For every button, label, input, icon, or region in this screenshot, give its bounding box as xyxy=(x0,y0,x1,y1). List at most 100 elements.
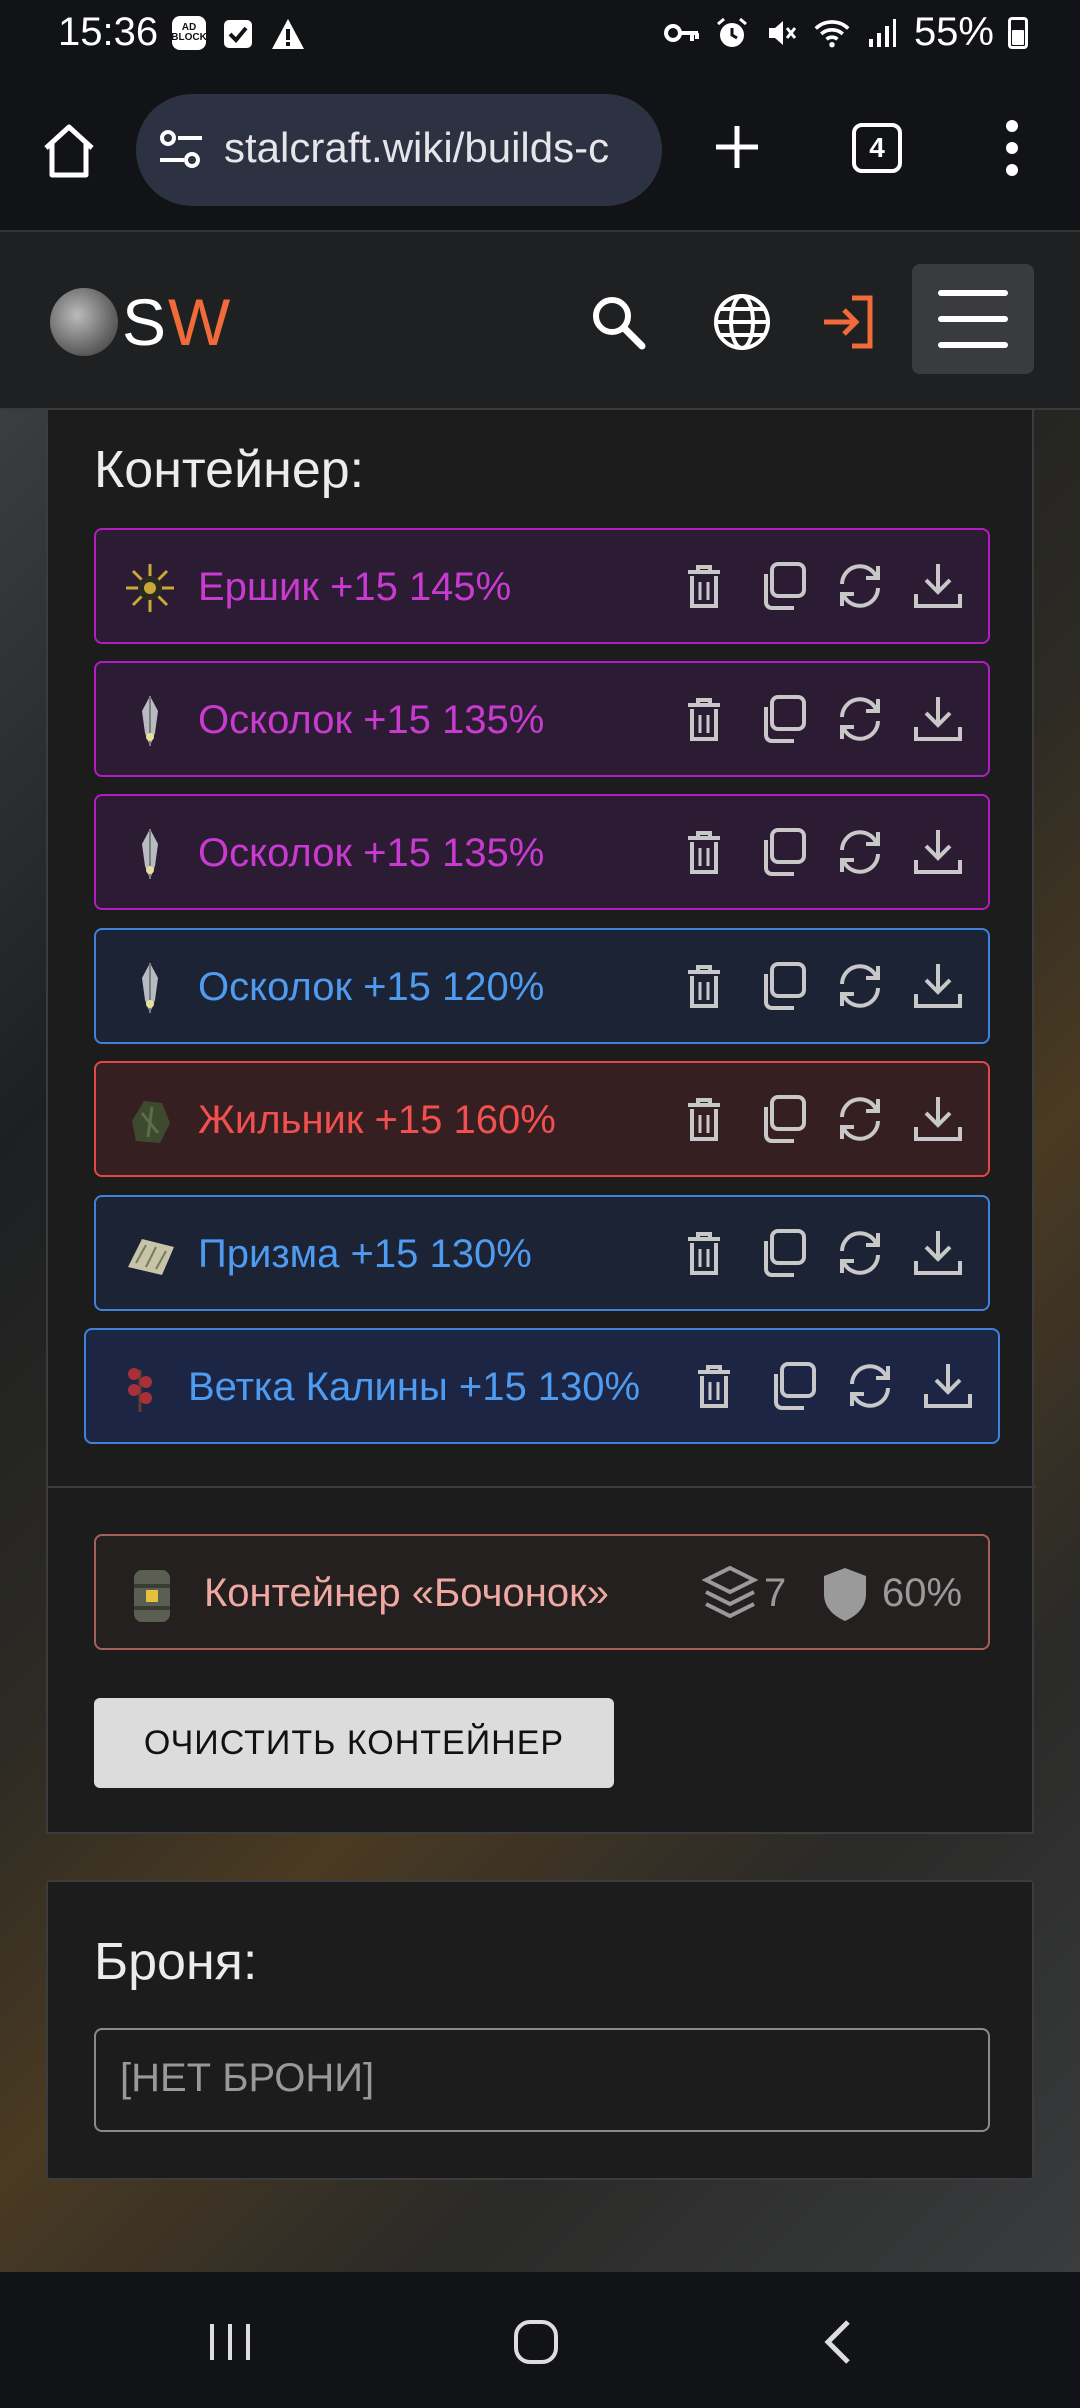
container-item-row[interactable]: Осколок +15 135% xyxy=(94,661,990,777)
logo-globe-icon xyxy=(50,288,118,356)
site-header: S W xyxy=(0,230,1080,410)
hamburger-menu-button[interactable] xyxy=(912,264,1034,374)
check-icon xyxy=(220,16,256,52)
ershik-artifact-icon xyxy=(122,560,178,616)
copy-icon[interactable] xyxy=(756,560,808,612)
armor-card: Броня: [НЕТ БРОНИ] xyxy=(46,1880,1034,2180)
copy-icon[interactable] xyxy=(756,960,808,1012)
copy-icon[interactable] xyxy=(756,693,808,745)
logo-letter-w: W xyxy=(168,285,233,359)
delete-icon[interactable] xyxy=(688,1360,740,1412)
wifi-icon xyxy=(814,15,850,51)
home-nav-icon[interactable] xyxy=(506,2312,566,2372)
container-item-row[interactable]: Осколок +15 120% xyxy=(94,928,990,1044)
container-card: Контейнер: Ершик +15 145% Осколок +15 135… xyxy=(46,410,1036,1834)
container-item-row[interactable]: Ершик +15 145% xyxy=(94,528,990,644)
site-settings-icon[interactable] xyxy=(158,128,204,172)
delete-icon[interactable] xyxy=(678,693,730,745)
delete-icon[interactable] xyxy=(678,560,730,612)
armor-section-title: Броня: xyxy=(94,1933,258,1991)
prizma-artifact-icon xyxy=(122,1227,178,1283)
download-icon[interactable] xyxy=(912,693,964,745)
back-icon[interactable] xyxy=(810,2312,870,2372)
barrel-container-icon xyxy=(124,1566,180,1626)
refresh-icon[interactable] xyxy=(834,1227,886,1279)
download-icon[interactable] xyxy=(912,1093,964,1145)
home-icon[interactable] xyxy=(38,120,100,182)
container-item-row[interactable]: Ветка Калины +15 130% xyxy=(84,1328,1000,1444)
container-item-row[interactable]: Призма +15 130% xyxy=(94,1195,990,1311)
system-nav-bar xyxy=(0,2272,1080,2408)
item-actions xyxy=(678,1093,964,1145)
download-icon[interactable] xyxy=(912,960,964,1012)
refresh-icon[interactable] xyxy=(844,1360,896,1412)
refresh-icon[interactable] xyxy=(834,826,886,878)
container-item-label: Осколок +15 135% xyxy=(198,831,545,875)
download-icon[interactable] xyxy=(922,1360,974,1412)
container-protection: 60% xyxy=(882,1571,963,1615)
site-logo[interactable]: S W xyxy=(50,284,232,360)
warning-icon xyxy=(270,16,306,52)
container-item-label: Ершик +15 145% xyxy=(198,565,512,609)
container-item-label: Осколок +15 135% xyxy=(198,698,545,742)
clear-container-button[interactable]: ОЧИСТИТЬ КОНТЕЙНЕР xyxy=(94,1698,614,1788)
container-item-label: Ветка Калины +15 130% xyxy=(188,1365,641,1409)
zhilnik-artifact-icon xyxy=(122,1093,178,1149)
adblock-icon: AD BLOCK xyxy=(171,16,207,50)
copy-icon[interactable] xyxy=(756,1093,808,1145)
recent-apps-icon[interactable] xyxy=(200,2312,260,2372)
container-item-row[interactable]: Жильник +15 160% xyxy=(94,1061,990,1177)
delete-icon[interactable] xyxy=(678,826,730,878)
search-icon[interactable] xyxy=(586,290,650,354)
section-divider xyxy=(48,1486,1036,1488)
copy-icon[interactable] xyxy=(756,826,808,878)
new-tab-icon[interactable] xyxy=(712,122,762,172)
armor-select[interactable]: [НЕТ БРОНИ] xyxy=(94,2028,990,2132)
container-item-label: Жильник +15 160% xyxy=(198,1098,556,1142)
item-actions xyxy=(688,1360,974,1412)
more-menu-icon[interactable] xyxy=(1000,114,1024,182)
container-item-label: Призма +15 130% xyxy=(198,1232,532,1276)
refresh-icon[interactable] xyxy=(834,693,886,745)
tab-switcher-button[interactable]: 4 xyxy=(852,123,902,173)
delete-icon[interactable] xyxy=(678,1227,730,1279)
oskolok-artifact-icon xyxy=(122,826,178,882)
logo-letter-s: S xyxy=(122,285,169,359)
battery-percent: 55% xyxy=(913,10,994,54)
refresh-icon[interactable] xyxy=(834,1093,886,1145)
container-item-row[interactable]: Осколок +15 135% xyxy=(94,794,990,910)
container-item-label: Осколок +15 120% xyxy=(198,965,545,1009)
alarm-icon xyxy=(714,15,750,51)
container-name: Контейнер «Бочонок» xyxy=(204,1571,609,1615)
item-actions xyxy=(678,960,964,1012)
vetka-kaliny-artifact-icon xyxy=(112,1360,168,1416)
item-actions xyxy=(678,1227,964,1279)
download-icon[interactable] xyxy=(912,1227,964,1279)
layers-icon xyxy=(700,1562,760,1622)
browser-toolbar: stalcraft.wiki/builds-c 4 xyxy=(0,70,1080,230)
delete-icon[interactable] xyxy=(678,1093,730,1145)
container-section-title: Контейнер: xyxy=(94,441,365,499)
refresh-icon[interactable] xyxy=(834,960,886,1012)
copy-icon[interactable] xyxy=(766,1360,818,1412)
url-text: stalcraft.wiki/builds-c xyxy=(224,124,610,171)
mute-icon xyxy=(764,15,800,51)
download-icon[interactable] xyxy=(912,826,964,878)
copy-icon[interactable] xyxy=(756,1227,808,1279)
language-globe-icon[interactable] xyxy=(710,290,774,354)
signal-icon xyxy=(864,15,900,51)
address-bar[interactable]: stalcraft.wiki/builds-c xyxy=(136,94,662,206)
item-actions xyxy=(678,826,964,878)
oskolok-artifact-icon xyxy=(122,960,178,1016)
delete-icon[interactable] xyxy=(678,960,730,1012)
container-bochonok-row[interactable]: Контейнер «Бочонок» 7 60% xyxy=(94,1534,990,1650)
battery-icon xyxy=(1008,16,1028,49)
container-slots: 7 xyxy=(764,1571,787,1615)
item-actions xyxy=(678,693,964,745)
status-bar: 15:36 AD BLOCK 55% xyxy=(0,0,1080,70)
item-actions xyxy=(678,560,964,612)
shield-icon xyxy=(820,1564,870,1624)
login-icon[interactable] xyxy=(818,290,882,354)
refresh-icon[interactable] xyxy=(834,560,886,612)
download-icon[interactable] xyxy=(912,560,964,612)
